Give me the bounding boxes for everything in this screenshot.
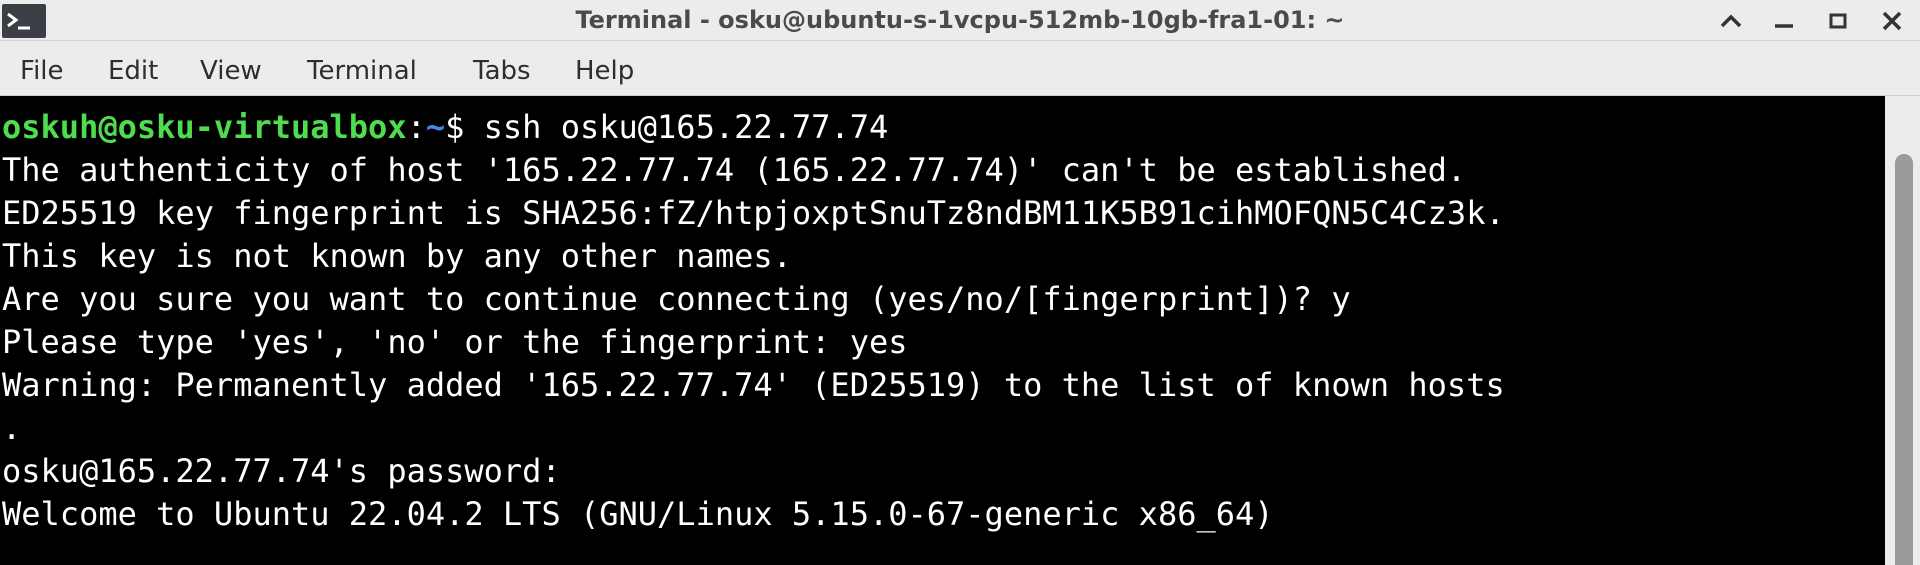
menu-terminal[interactable]: Terminal: [307, 41, 417, 96]
scrollbar-thumb[interactable]: [1895, 154, 1913, 565]
prompt-separator: :: [406, 108, 426, 146]
output-line: .: [2, 409, 22, 447]
prompt-path: ~: [425, 108, 446, 146]
output-line: Are you sure you want to continue connec…: [2, 280, 1351, 318]
close-icon[interactable]: [1866, 0, 1918, 41]
terminal-output[interactable]: oskuh@osku-virtualbox:~$ ssh osku@165.22…: [0, 96, 1885, 565]
output-line: ED25519 key fingerprint is SHA256:fZ/htp…: [2, 194, 1505, 232]
output-line: Please type 'yes', 'no' or the fingerpri…: [2, 323, 908, 361]
window-title: Terminal - osku@ubuntu-s-1vcpu-512mb-10g…: [575, 6, 1345, 34]
menu-help[interactable]: Help: [575, 41, 634, 96]
output-line: osku@165.22.77.74's password:: [2, 452, 561, 490]
menu-view[interactable]: View: [200, 41, 262, 96]
prompt-symbol: $: [445, 108, 484, 146]
title-bar: Terminal - osku@ubuntu-s-1vcpu-512mb-10g…: [0, 0, 1920, 41]
output-line: Warning: Permanently added '165.22.77.74…: [2, 366, 1505, 404]
chevron-up-icon[interactable]: [1705, 0, 1757, 41]
menu-bar: File Edit View Terminal Tabs Help: [0, 41, 1920, 96]
maximize-icon[interactable]: [1812, 0, 1864, 41]
prompt-line: oskuh@osku-virtualbox:~$ ssh osku@165.22…: [2, 106, 888, 149]
menu-file[interactable]: File: [20, 41, 64, 96]
minimize-icon[interactable]: [1758, 0, 1810, 41]
output-line: This key is not known by any other names…: [2, 237, 792, 275]
menu-edit[interactable]: Edit: [108, 41, 158, 96]
command-text: ssh osku@165.22.77.74: [483, 108, 889, 146]
output-line: The authenticity of host '165.22.77.74 (…: [2, 151, 1467, 189]
prompt-user: oskuh@osku-virtualbox: [2, 108, 407, 146]
output-line: Welcome to Ubuntu 22.04.2 LTS (GNU/Linux…: [2, 495, 1274, 533]
menu-tabs[interactable]: Tabs: [473, 41, 531, 96]
